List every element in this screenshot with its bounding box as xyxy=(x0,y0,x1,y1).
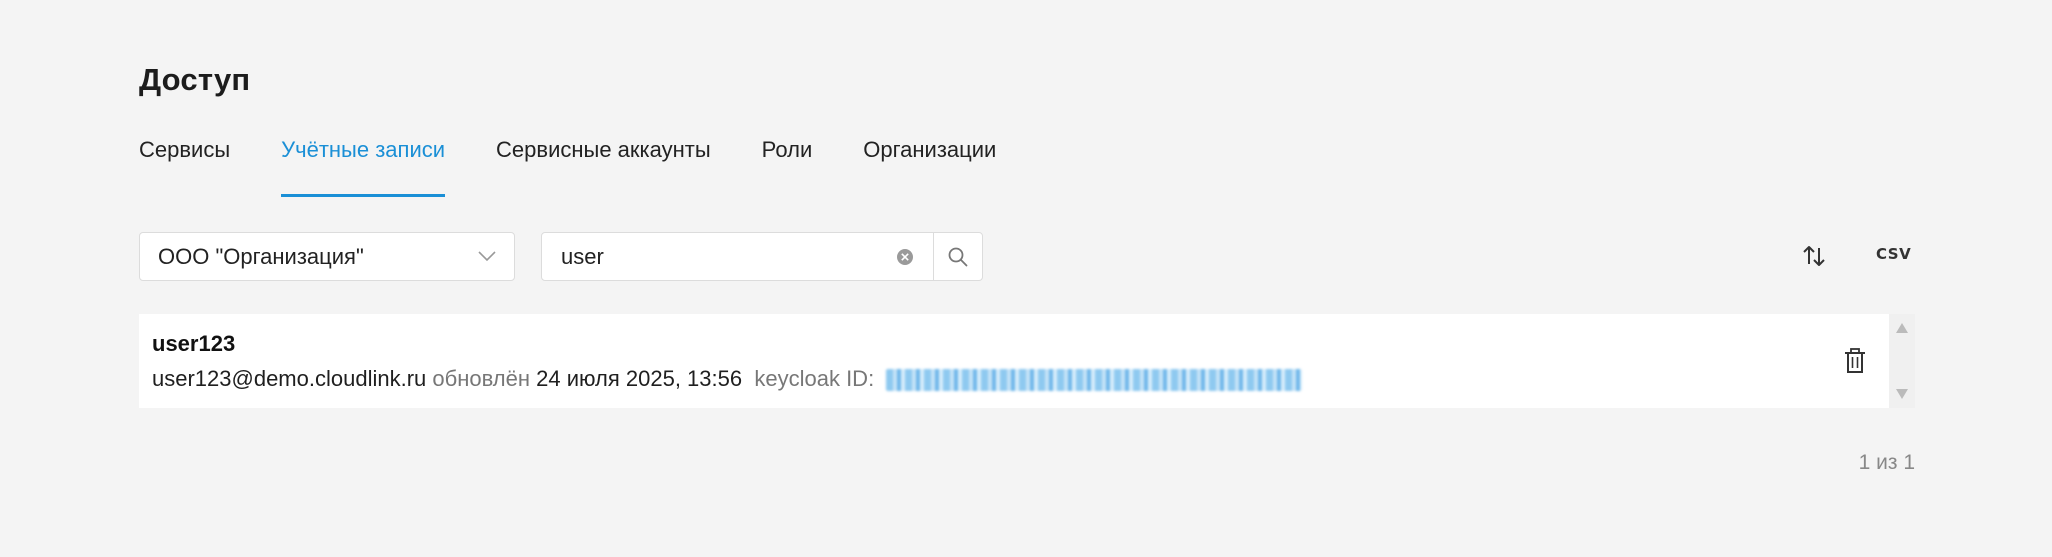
scroll-up-icon[interactable] xyxy=(1895,322,1909,334)
keycloak-label: keycloak ID: xyxy=(754,366,875,391)
clear-icon[interactable] xyxy=(896,248,914,266)
tab-bar: Сервисы Учётные записи Сервисные аккаунт… xyxy=(139,131,1047,197)
search-icon xyxy=(948,247,968,266)
page-title: Доступ xyxy=(139,62,251,97)
organization-select-value: ООО "Организация" xyxy=(158,243,364,269)
user-email: user123@demo.cloudlink.ru xyxy=(152,366,427,391)
search-button[interactable] xyxy=(934,233,982,280)
keycloak-id-redacted xyxy=(886,369,1303,392)
search-box xyxy=(541,232,983,281)
chevron-down-icon xyxy=(478,251,496,262)
sort-arrows-icon[interactable] xyxy=(1800,242,1828,270)
user-name: user123 xyxy=(152,331,236,356)
organization-select[interactable]: ООО "Организация" xyxy=(139,232,515,281)
users-list: user123 user123@demo.cloudlink.ru обновл… xyxy=(139,314,1915,408)
list-item[interactable]: user123 user123@demo.cloudlink.ru обновл… xyxy=(139,314,1889,408)
tab-organizations[interactable]: Организации xyxy=(863,131,996,193)
scroll-down-icon[interactable] xyxy=(1895,388,1909,400)
scrollbar[interactable] xyxy=(1889,314,1915,408)
tab-services[interactable]: Сервисы xyxy=(139,131,230,193)
csv-export-button[interactable]: CSV xyxy=(1876,245,1911,263)
updated-label: обновлён xyxy=(432,366,531,391)
search-input[interactable] xyxy=(542,235,893,278)
tab-service-accounts[interactable]: Сервисные аккаунты xyxy=(496,131,711,193)
pagination-info: 1 из 1 xyxy=(1858,451,1915,474)
user-meta: user123@demo.cloudlink.ru обновлён 24 ию… xyxy=(152,366,1303,392)
updated-date: 24 июля 2025, 13:56 xyxy=(536,366,743,391)
trash-icon[interactable] xyxy=(1842,347,1868,375)
tab-roles[interactable]: Роли xyxy=(762,131,813,193)
tab-accounts[interactable]: Учётные записи xyxy=(281,131,445,197)
